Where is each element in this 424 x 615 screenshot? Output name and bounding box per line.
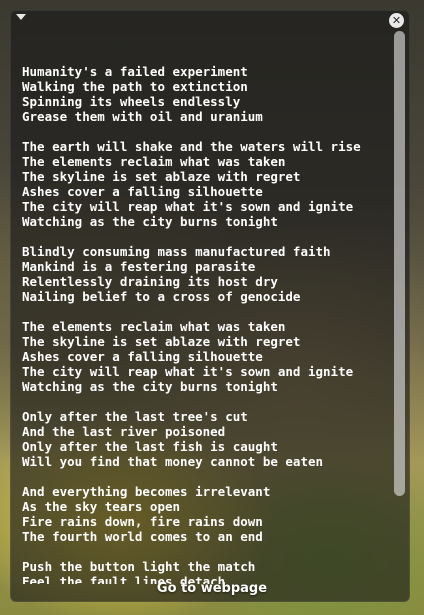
lyrics-line: Walking the path to extinction [22,79,248,94]
lyrics-line: Fire rains down, fire rains down [22,514,263,529]
lyrics-text: Humanity's a failed experiment Walking th… [22,34,392,584]
lyrics-line: Will you find that money cannot be eaten [22,454,324,469]
lyrics-line: The elements reclaim what was taken [22,319,286,334]
lyrics-line: Grease them with oil and uranium [22,109,263,124]
lyrics-line: And the last river poisoned [22,424,226,439]
lyrics-stanza: Only after the last tree's cut And the la… [22,409,392,469]
lyrics-line: The skyline is set ablaze with regret [22,169,301,184]
close-icon[interactable]: ✕ [389,13,404,28]
lyrics-line: The city will reap what it's sown and ig… [22,364,354,379]
lyrics-line: Only after the last tree's cut [22,409,248,424]
lyrics-line: As the sky tears open [22,499,181,514]
lyrics-line: The skyline is set ablaze with regret [22,334,301,349]
lyrics-stanza: The elements reclaim what was taken The s… [22,319,392,394]
lyrics-line: Nailing belief to a cross of genocide [22,289,301,304]
lyrics-line: The fourth world comes to an end [22,529,263,544]
lyrics-line: Push the button light the match [22,559,256,574]
scrollbar[interactable] [394,31,405,496]
lyrics-line: Mankind is a festering parasite [22,259,256,274]
lyrics-stanza: And everything becomes irrelevant As the … [22,484,392,544]
lyrics-stanza: The earth will shake and the waters will… [22,139,392,229]
lyrics-stanza: Humanity's a failed experiment Walking th… [22,64,392,124]
lyrics-line: Ashes cover a falling silhouette [22,184,263,199]
lyrics-line: And everything becomes irrelevant [22,484,271,499]
lyrics-line: The earth will shake and the waters will… [22,139,361,154]
lyrics-line: Relentlessly draining its host dry [22,274,278,289]
lyrics-stanza: Blindly consuming mass manufactured fait… [22,244,392,304]
lyrics-line: Blindly consuming mass manufactured fait… [22,244,331,259]
lyrics-line: Humanity's a failed experiment [22,64,248,79]
scrollbar-thumb[interactable] [394,31,405,496]
collapse-triangle-icon[interactable] [16,14,26,20]
lyrics-line: Spinning its wheels endlessly [22,94,241,109]
lyrics-line: Watching as the city burns tonight [22,379,278,394]
lyrics-line: The elements reclaim what was taken [22,154,286,169]
go-to-webpage-link[interactable]: Go to webpage [0,581,424,596]
lyrics-line: The city will reap what it's sown and ig… [22,199,354,214]
lyrics-line: Ashes cover a falling silhouette [22,349,263,364]
lyrics-line: Only after the last fish is caught [22,439,278,454]
lyrics-line: Watching as the city burns tonight [22,214,278,229]
